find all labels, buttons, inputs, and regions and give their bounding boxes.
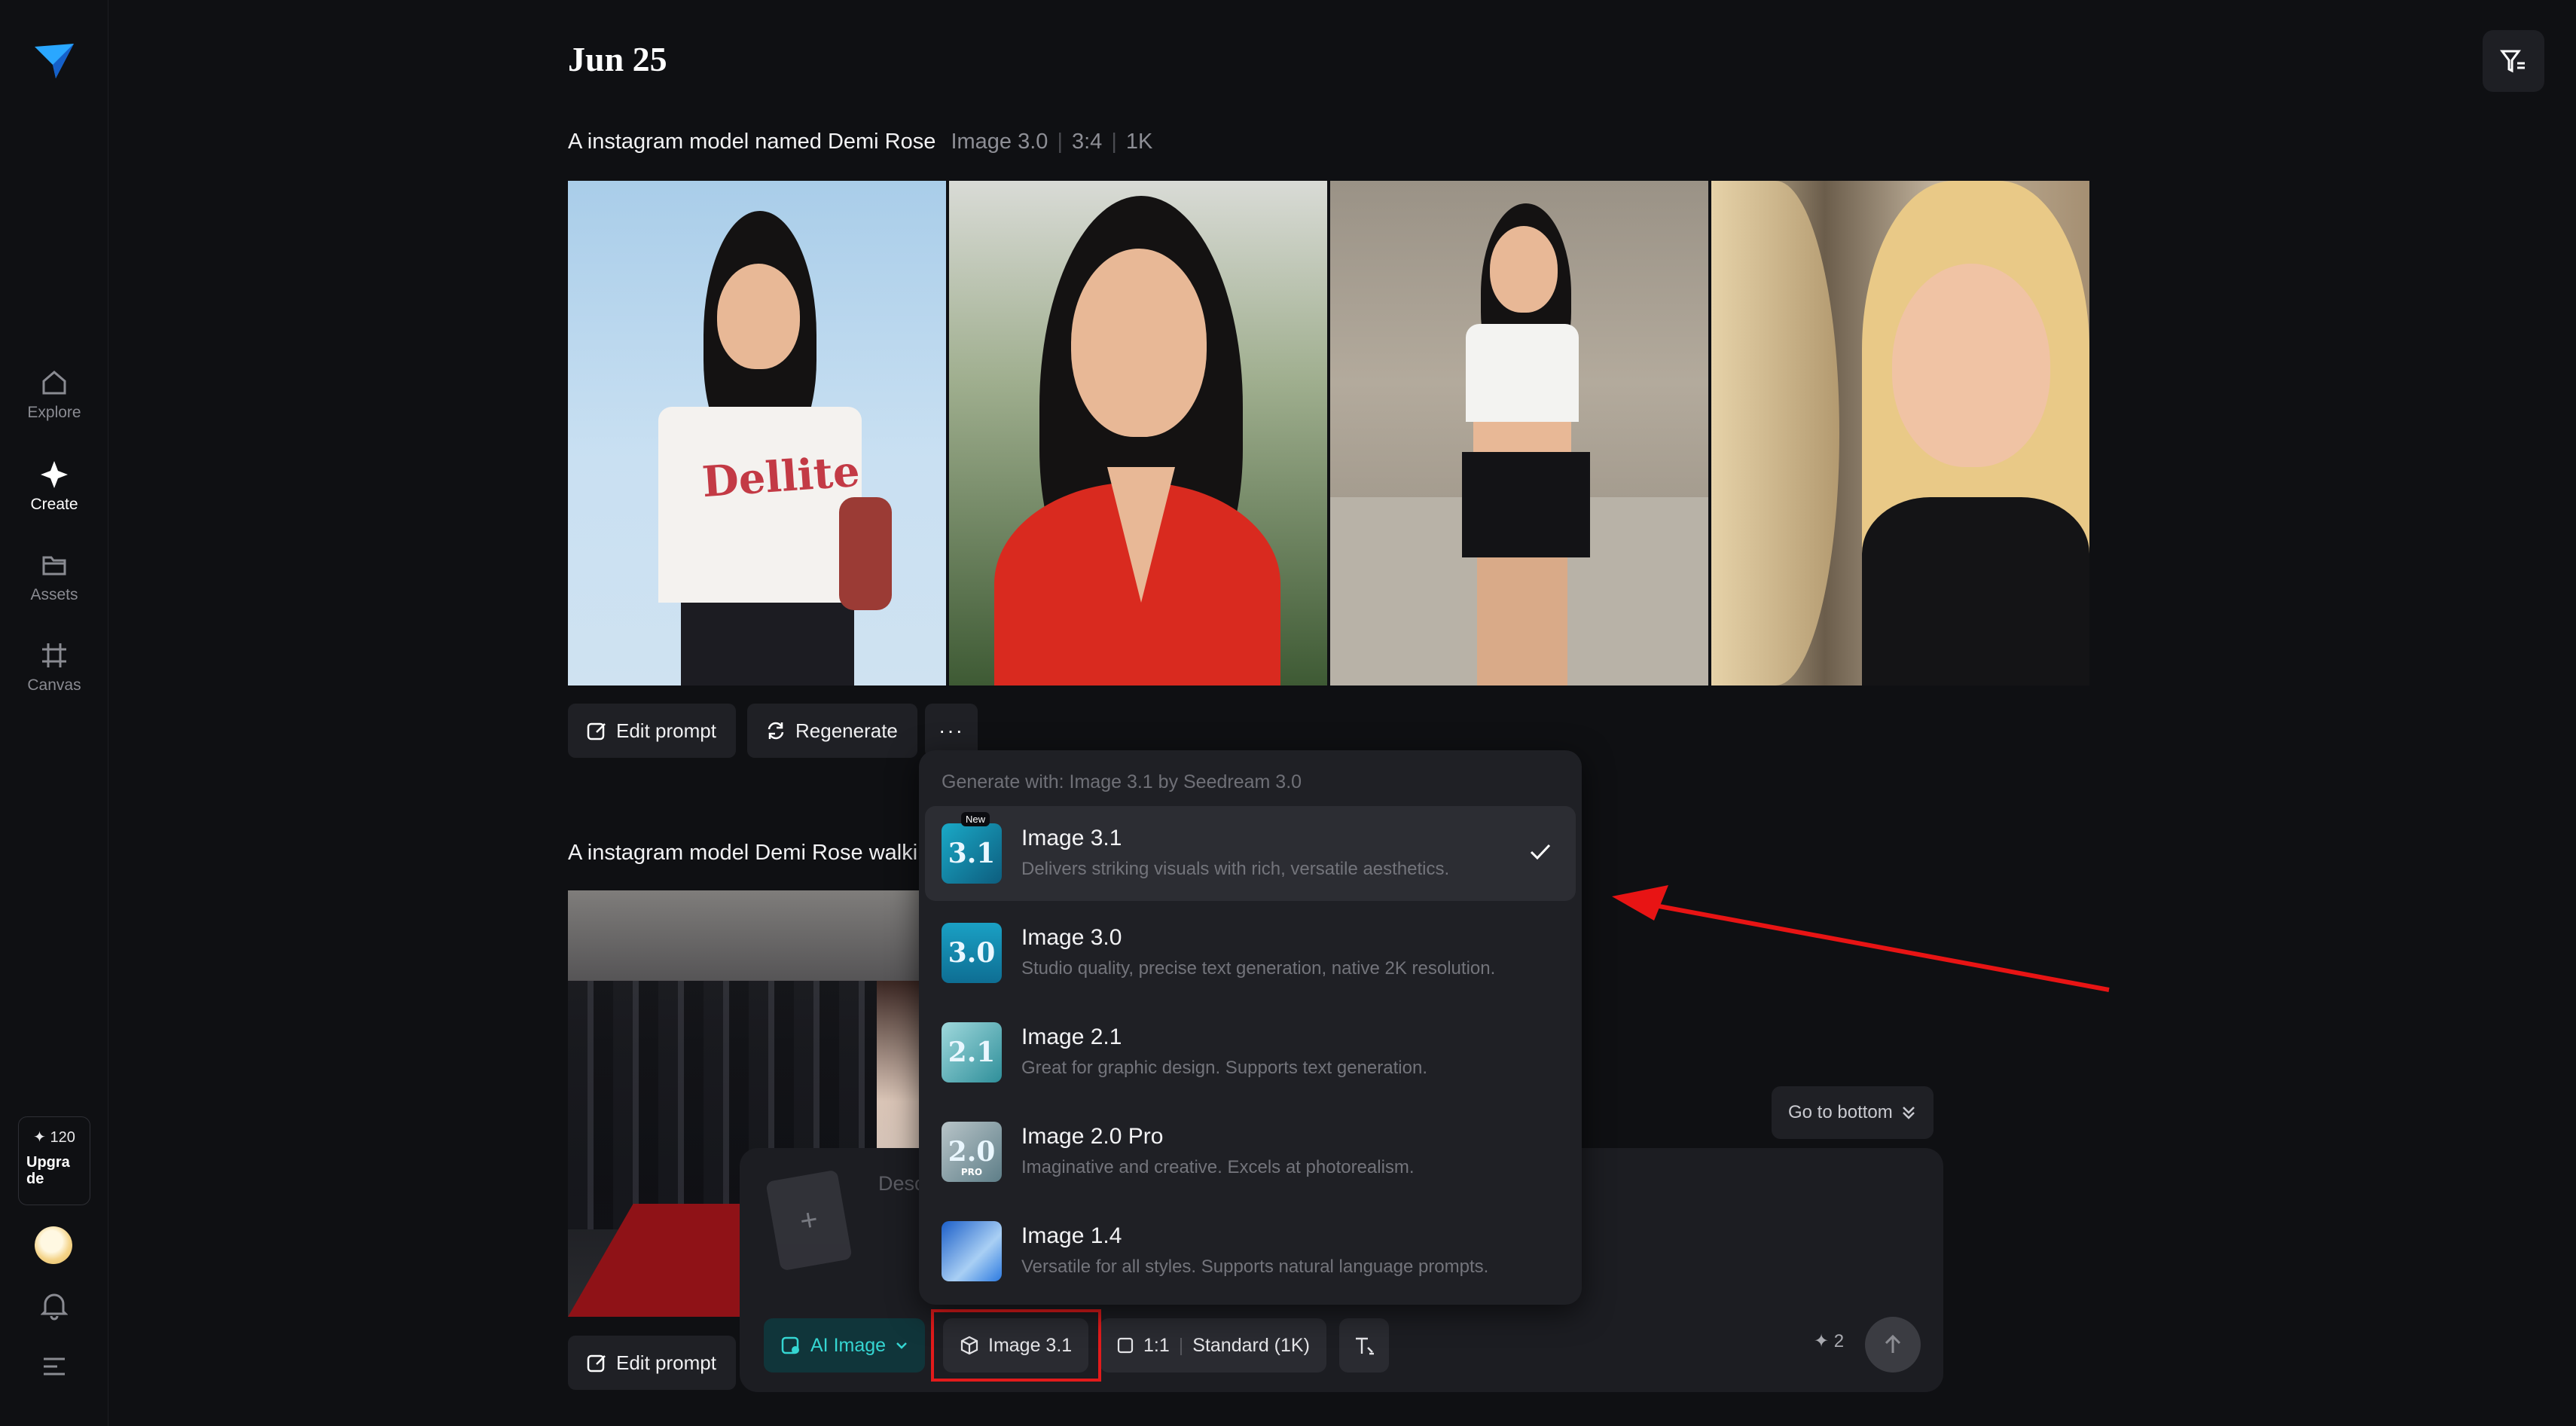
generation-cost: ✦ 2 (1814, 1331, 1845, 1351)
model-option-image-3-1[interactable]: 3.1 New Image 3.1 Delivers striking visu… (925, 806, 1576, 901)
edit-prompt-label: Edit prompt (616, 719, 716, 742)
home-icon (42, 371, 66, 395)
chevron-down-icon (896, 1342, 907, 1349)
model-option-image-2-0-pro[interactable]: 2.0 PRO Image 2.0 Pro Imaginative and cre… (925, 1104, 1576, 1199)
model-option-desc: Versatile for all styles. Supports natur… (1021, 1257, 1489, 1277)
double-chevron-down-icon (1902, 1107, 1915, 1119)
avatar[interactable] (35, 1226, 72, 1264)
edit-prompt-label: Edit prompt (616, 1351, 716, 1374)
regenerate-button[interactable]: Regenerate (747, 704, 917, 758)
sidebar-item-label: Create (30, 496, 78, 513)
credit-balance: ✦ 120 (33, 1129, 75, 1146)
sidebar-item-explore[interactable]: Explore (0, 368, 108, 435)
sidebar-item-label: Explore (27, 404, 81, 421)
upgrade-label: Upgra de (26, 1154, 70, 1187)
generated-image[interactable] (1711, 181, 2089, 686)
model-option-title: Image 1.4 (1021, 1223, 1122, 1248)
sidebar-item-create[interactable]: Create (0, 460, 108, 527)
model-option-title: Image 3.0 (1021, 925, 1122, 950)
bell-icon[interactable] (41, 1290, 68, 1321)
aspect-ratio-icon (1117, 1337, 1134, 1354)
sidebar: Explore Create Assets Canvas ✦ 120 Upgra… (0, 0, 108, 1426)
new-badge: New (961, 812, 990, 826)
aspect-quality-selector[interactable]: 1:1 | Standard (1K) (1100, 1318, 1326, 1373)
model-option-title: Image 2.0 Pro (1021, 1124, 1164, 1149)
generated-image[interactable]: Dellite (568, 181, 946, 686)
collapse-menu-icon[interactable] (42, 1356, 66, 1377)
regenerate-icon (768, 722, 784, 740)
upload-reference-button[interactable]: + (765, 1169, 853, 1272)
model-option-image-3-0[interactable]: 3.0 Image 3.0 Studio quality, precise te… (925, 905, 1576, 1000)
go-to-bottom-button[interactable]: Go to bottom (1772, 1086, 1934, 1139)
sidebar-item-label: Assets (30, 586, 78, 603)
folder-icon (42, 556, 66, 576)
generation-prompt[interactable]: A instagram model named Demi Rose Image … (568, 130, 1152, 154)
mode-label: AI Image (810, 1334, 887, 1356)
go-to-bottom-label: Go to bottom (1788, 1102, 1893, 1122)
edit-prompt-button[interactable]: Edit prompt (568, 704, 736, 758)
check-icon (1530, 844, 1551, 860)
edit-icon (587, 1354, 606, 1373)
arrow-up-icon (1885, 1334, 1901, 1353)
model-dropdown: Generate with: Image 3.1 by Seedream 3.0… (919, 750, 1582, 1305)
prompt-text: A instagram model named Demi Rose (568, 130, 936, 154)
model-option-desc: Imaginative and creative. Excels at phot… (1021, 1157, 1415, 1177)
image-mode-icon (781, 1336, 799, 1354)
model-thumbnail (942, 1221, 1002, 1281)
mode-selector[interactable]: AI Image (764, 1318, 926, 1373)
generated-image[interactable] (949, 181, 1327, 686)
regenerate-label: Regenerate (795, 719, 898, 742)
filter-button[interactable] (2483, 30, 2544, 92)
text-format-icon (1356, 1337, 1374, 1355)
model-thumbnail: 3.1 (942, 823, 1002, 884)
model-thumbnail: 2.1 (942, 1022, 1002, 1082)
sidebar-item-assets[interactable]: Assets (0, 550, 108, 618)
canvas-icon (42, 643, 66, 667)
upgrade-button[interactable]: ✦ 120 Upgra de (18, 1116, 90, 1205)
prompt-input[interactable]: Desc (878, 1172, 925, 1195)
model-tag: Image 3.0 (951, 130, 1048, 154)
page-title: Jun 25 (568, 40, 667, 78)
text-style-button[interactable] (1339, 1318, 1389, 1373)
highlight-box (931, 1309, 1101, 1382)
model-option-desc: Delivers striking visuals with rich, ver… (1021, 859, 1450, 879)
dropdown-heading: Generate with: Image 3.1 by Seedream 3.0 (942, 771, 1302, 792)
model-thumbnail: 3.0 (942, 923, 1002, 983)
generation-prompt[interactable]: A instagram model Demi Rose walkir (568, 841, 925, 866)
ratio-tag: 3:4 (1071, 130, 1103, 154)
resolution-tag: 1K (1125, 130, 1153, 154)
model-option-title: Image 2.1 (1021, 1024, 1122, 1049)
sidebar-item-label: Canvas (27, 676, 81, 694)
edit-icon (587, 722, 606, 740)
sparkle-icon (41, 461, 68, 488)
model-option-title: Image 3.1 (1021, 826, 1122, 850)
quality-label: Standard (1K) (1192, 1334, 1310, 1356)
send-button[interactable] (1865, 1317, 1921, 1373)
model-option-image-2-1[interactable]: 2.1 Image 2.1 Great for graphic design. … (925, 1005, 1576, 1100)
image-results: Dellite (568, 181, 2089, 686)
generated-image[interactable] (1330, 181, 1708, 686)
model-thumbnail: 2.0 PRO (942, 1122, 1002, 1182)
sidebar-item-canvas[interactable]: Canvas (0, 640, 108, 708)
model-option-desc: Studio quality, precise text generation,… (1021, 958, 1496, 979)
filter-icon (2500, 50, 2525, 73)
logo-icon[interactable] (33, 42, 75, 81)
ratio-label: 1:1 (1143, 1334, 1170, 1356)
edit-prompt-button[interactable]: Edit prompt (568, 1336, 736, 1390)
model-option-desc: Great for graphic design. Supports text … (1021, 1058, 1427, 1078)
model-option-image-1-4[interactable]: Image 1.4 Versatile for all styles. Supp… (925, 1204, 1576, 1299)
